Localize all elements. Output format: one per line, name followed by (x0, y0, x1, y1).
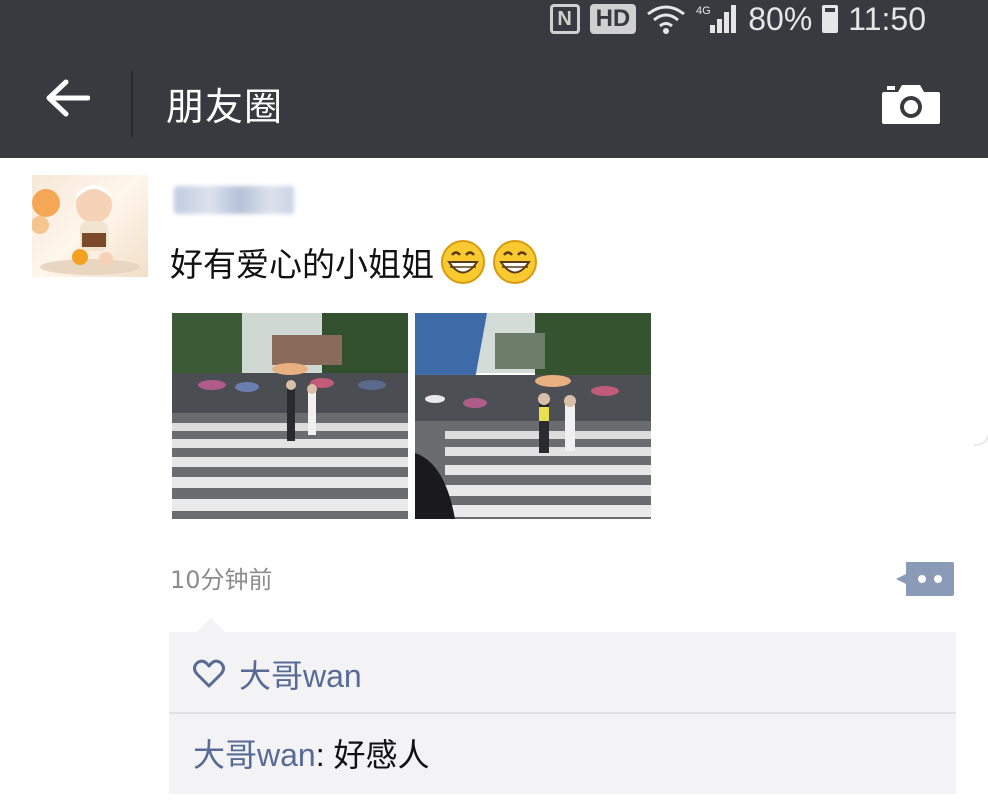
comment-author[interactable]: 大哥wan (193, 737, 316, 773)
status-bar: N HD 4G 80% 11:50 (0, 0, 988, 38)
post-photo-2[interactable] (415, 313, 651, 519)
blurred-name (174, 186, 294, 214)
title-divider (131, 70, 133, 138)
hd-badge: HD (589, 4, 637, 34)
baby-photo-icon (32, 185, 140, 275)
crosswalk-photo (172, 313, 408, 519)
comment-separator: : (315, 737, 334, 773)
post-content: 好有爱心的小姐姐 (170, 238, 538, 286)
scroll-edge (974, 158, 988, 446)
post-time: 10分钟前 (170, 566, 273, 594)
panel-divider (169, 712, 956, 714)
comment-item[interactable]: 大哥wan: 好感人 (193, 730, 430, 776)
grinning-face-icon (441, 240, 485, 284)
arrow-left-icon[interactable] (44, 78, 90, 118)
post-author-name[interactable] (170, 178, 294, 220)
wifi-icon (647, 5, 686, 34)
network-type: 4G (696, 5, 711, 17)
comment-menu-icon[interactable] (894, 560, 956, 598)
avatar[interactable] (32, 175, 148, 277)
post-text: 好有爱心的小姐姐 (170, 245, 434, 284)
clock: 11:50 (848, 0, 926, 37)
comment-text: 好感人 (333, 737, 430, 773)
nfc-icon: N (549, 4, 580, 34)
title-bar: 朋友圈 (0, 38, 988, 158)
battery-icon (822, 5, 839, 33)
grinning-face-icon (493, 240, 537, 284)
heart-icon (193, 659, 225, 688)
page-title: 朋友圈 (166, 85, 284, 129)
camera-icon[interactable] (880, 82, 942, 126)
like-user[interactable]: 大哥wan (239, 651, 362, 697)
likes-comments-panel: 大哥wan 大哥wan: 好感人 (169, 618, 956, 794)
crosswalk-photo (415, 313, 651, 519)
status-icons: N HD 4G 80% 11:50 (549, 0, 926, 37)
post-photo-1[interactable] (172, 313, 408, 519)
battery-percent: 80% (748, 0, 813, 37)
signal-icon: 4G (696, 5, 737, 33)
likes-row: 大哥wan (193, 650, 362, 698)
